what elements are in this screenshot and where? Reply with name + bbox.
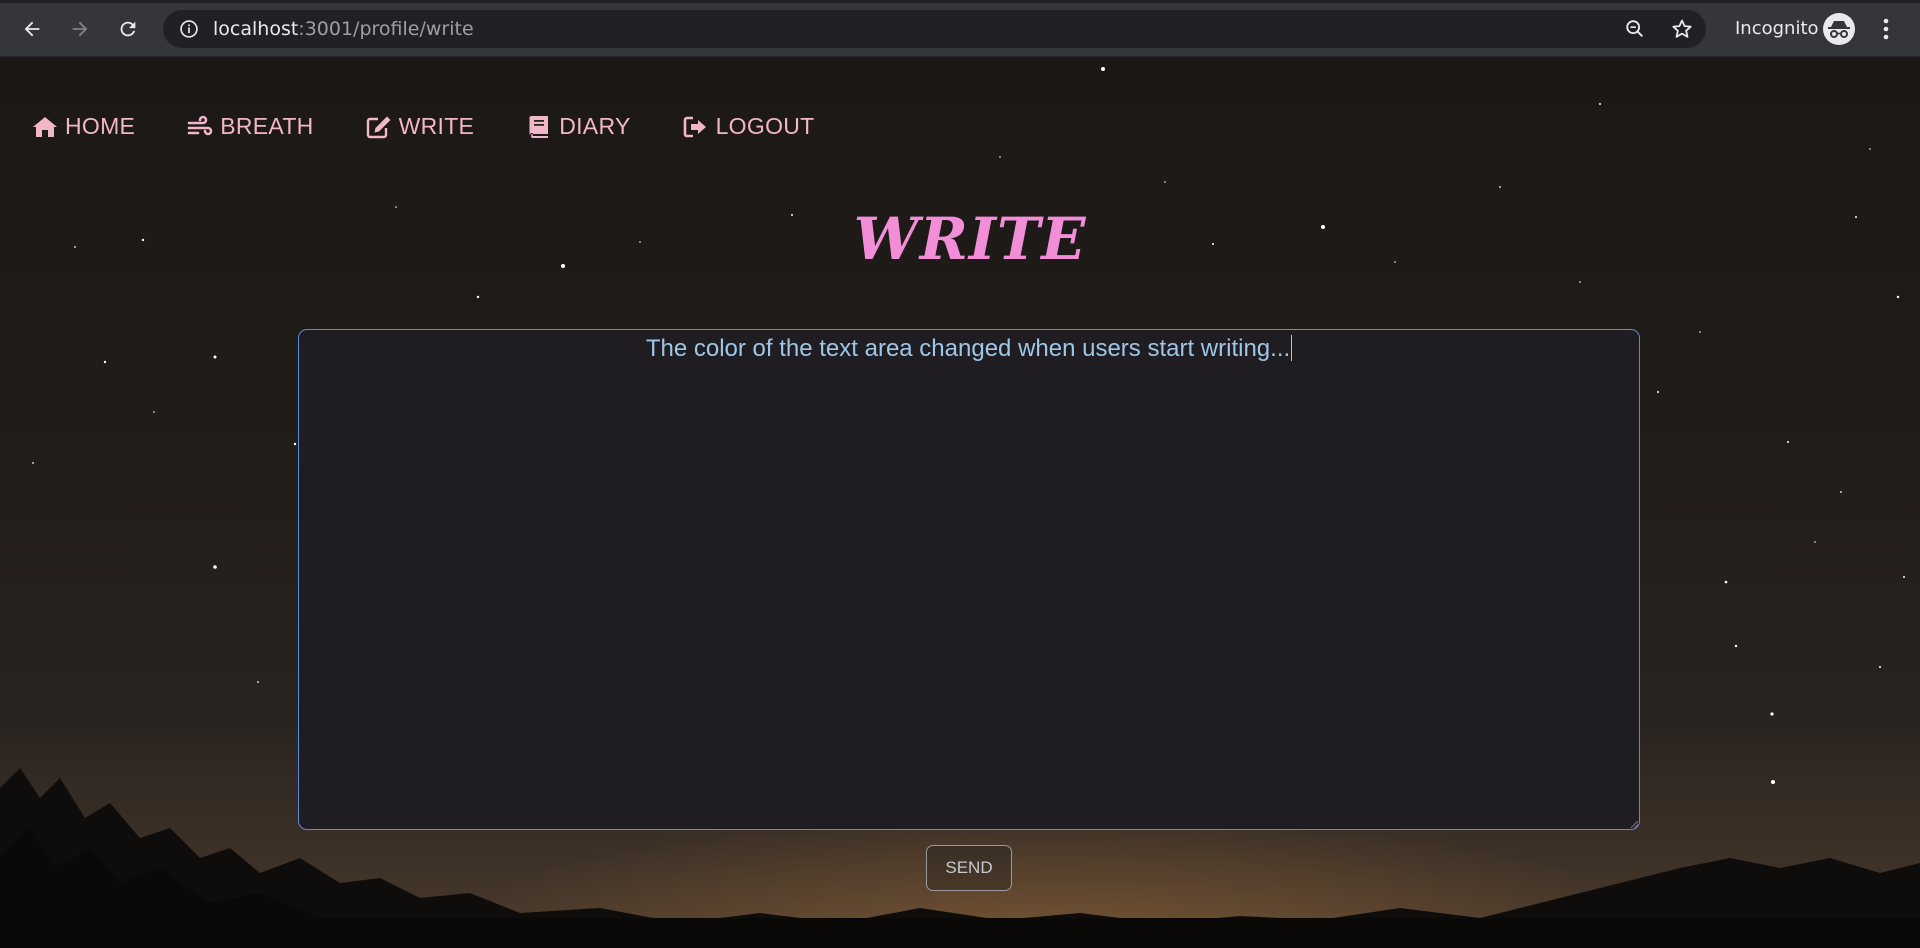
nav-home[interactable]: HOME [32,113,135,140]
reload-icon [120,21,136,37]
nav-breath[interactable]: BREATH [187,113,313,140]
nav-home-label: HOME [65,113,136,139]
home-icon [32,115,58,139]
resize-handle-icon[interactable] [1630,820,1638,828]
nav-breath-label: BREATH [220,113,314,139]
sign-out-icon [683,115,709,139]
nav-diary-label: DIARY [559,113,631,139]
forward-icon [72,21,88,37]
zoom-icon[interactable] [1624,18,1646,40]
textarea-value: The color of the text area changed when … [645,335,1291,362]
send-button[interactable]: SEND [926,845,1012,891]
page-content: HOME BREATH WRITE DIARY LOGOUT WRITE The… [0,57,1920,948]
main-nav: HOME BREATH WRITE DIARY LOGOUT [32,113,867,140]
menu-icon[interactable] [1876,16,1896,42]
back-icon [24,21,40,37]
reload-button[interactable] [111,12,145,46]
star-icon[interactable] [1670,17,1694,41]
incognito-icon[interactable] [1823,13,1855,45]
forward-button[interactable] [63,12,97,46]
page-title: WRITE [853,205,1087,273]
write-textarea[interactable]: The color of the text area changed when … [298,329,1640,830]
wind-icon [187,115,213,139]
info-icon[interactable] [179,19,199,39]
url-path: :3001/profile/write [298,18,474,40]
url-text[interactable]: localhost:3001/profile/write [213,19,474,39]
nav-write-label: WRITE [398,113,475,139]
back-button[interactable] [15,12,49,46]
text-caret [1291,335,1293,361]
incognito-label: Incognito [1735,18,1819,39]
tab-strip [0,0,1920,3]
address-bar[interactable]: localhost:3001/profile/write [163,10,1706,48]
book-icon [526,115,552,139]
nav-logout[interactable]: LOGOUT [683,113,815,140]
edit-icon [366,115,392,139]
nav-diary[interactable]: DIARY [526,113,630,140]
url-host: localhost [213,18,299,40]
nav-write[interactable]: WRITE [366,113,475,140]
browser-toolbar: localhost:3001/profile/write Incognito [0,0,1920,57]
nav-logout-label: LOGOUT [715,113,815,139]
